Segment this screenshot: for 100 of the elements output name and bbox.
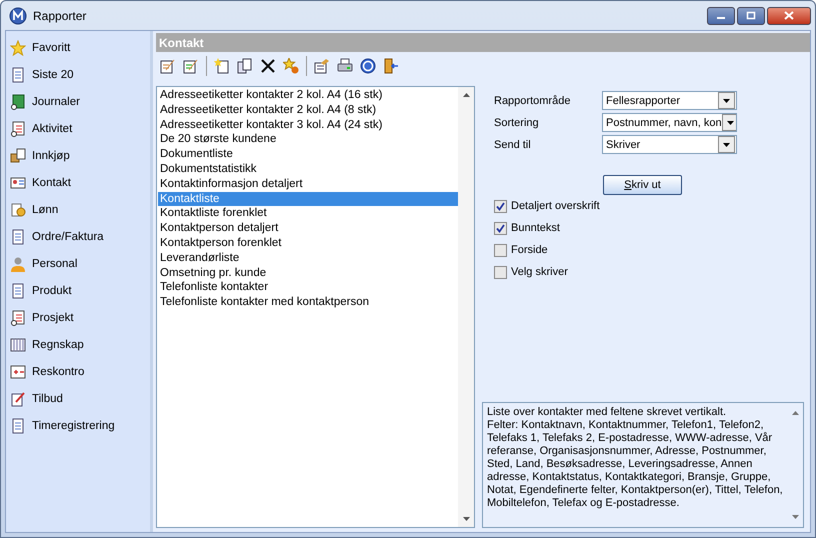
dropdown-arrow-icon — [723, 98, 730, 102]
field-label: Sortering — [494, 116, 540, 128]
sidebar-label: Innkjøp — [32, 150, 70, 162]
sidebar-item[interactable]: Siste 20 — [6, 61, 150, 88]
sidebar-label: Favoritt — [32, 42, 70, 54]
report-item[interactable]: De 20 største kundene — [158, 132, 458, 148]
sidebar-label: Regnskap — [32, 338, 84, 350]
new-document-icon[interactable] — [214, 58, 230, 74]
sidebar-item[interactable]: Journaler — [6, 88, 150, 115]
scroll-down-icon[interactable] — [792, 515, 798, 519]
edit-icon[interactable] — [160, 58, 176, 74]
calculator-icon — [10, 364, 26, 380]
sidebar-label: Journaler — [32, 96, 80, 108]
sidebar-label: Timeregistrering — [32, 420, 115, 432]
sidebar-item[interactable]: Regnskap — [6, 331, 150, 358]
checkbox[interactable] — [494, 200, 507, 212]
report-item[interactable]: Dokumentliste — [158, 147, 458, 162]
report-item[interactable]: Adresseetiketter kontakter 2 kol. A4 (8 stk) — [158, 102, 458, 118]
app-logo-icon — [9, 6, 27, 24]
maximize-button[interactable] — [737, 6, 765, 24]
list-icon — [10, 310, 26, 326]
scroll-up-icon[interactable] — [792, 411, 798, 415]
copy-icon[interactable] — [237, 58, 253, 74]
sidebar-label: Personal — [32, 258, 78, 270]
card-icon — [10, 174, 26, 190]
pen-icon — [10, 390, 26, 406]
report-item[interactable]: Kontaktliste — [158, 192, 458, 206]
sidebar-item[interactable]: Prosjekt — [6, 304, 150, 331]
sidebar-item[interactable]: Favoritt — [6, 34, 150, 61]
report-item[interactable]: Telefonliste kontakter — [158, 280, 458, 296]
report-item[interactable]: Dokumentstatistikk — [158, 162, 458, 177]
description-text: Liste over kontakter med feltene skrevet vertikalt. Felter: Kontaktnavn, Kontaktnummer, Telefon1, Telefon2, Telefaks 1, Telefaks 2, E-postadresse, WWW-adresse, Vår referanse, Organisasjonsnummer, Adresse, Postnummer, Sted, Land, Besøksadresse, Leveringsadresse, Annen adresse, Kontaktstatus, Kontaktkategori, Bransje, Gruppe, Notat, Egendefinerte felter, Kontaktperson(er), Tittel, Telefon, Mobiltelefon, Telefax og E-postadresse. — [486, 405, 784, 511]
maximize-icon — [746, 11, 756, 20]
dropdown-field[interactable]: Skriver — [602, 135, 737, 154]
checkbox-label: Bunntekst — [511, 222, 560, 234]
dropdown-field[interactable]: Postnummer, navn, kon — [602, 113, 737, 132]
checkbox[interactable] — [494, 244, 507, 256]
scrollbar[interactable] — [458, 87, 474, 527]
print-icon[interactable] — [337, 58, 353, 74]
scroll-down-icon[interactable] — [462, 517, 470, 521]
print-button[interactable]: Skriv ut — [603, 175, 682, 195]
sidebar-label: Produkt — [32, 284, 72, 296]
report-item[interactable]: Kontaktinformasjon detaljert — [158, 176, 458, 192]
book-icon — [10, 94, 26, 110]
checkbox-label: Detaljert overskrift — [511, 200, 600, 212]
sidebar-item[interactable]: Tilbud — [6, 385, 150, 412]
star-icon — [10, 40, 26, 56]
window-title: Rapporter — [33, 8, 86, 22]
sidebar-item[interactable]: Kontakt — [6, 169, 150, 196]
sidebar-item[interactable]: Aktivitet — [6, 115, 150, 142]
report-item[interactable]: Adresseetiketter kontakter 3 kol. A4 (24 stk) — [158, 118, 458, 132]
minimize-button[interactable] — [707, 6, 735, 24]
delete-icon[interactable] — [260, 58, 276, 74]
list-icon — [10, 120, 26, 136]
document-icon — [10, 66, 26, 82]
dropdown-arrow-icon — [723, 142, 730, 146]
checkbox-label: Velg skriver — [511, 266, 568, 278]
field-label: Rapportområde — [494, 94, 572, 106]
edit-icon[interactable] — [183, 58, 199, 74]
sidebar-label: Ordre/Faktura — [32, 230, 104, 242]
sidebar-item[interactable]: Innkjøp — [6, 142, 150, 169]
checkbox-label: Forside — [511, 244, 548, 256]
checkbox[interactable] — [494, 222, 507, 234]
person-icon — [10, 256, 26, 272]
sidebar-label: Reskontro — [32, 366, 84, 378]
close-button[interactable] — [767, 6, 811, 24]
exit-icon[interactable] — [383, 58, 399, 74]
sidebar-label: Prosjekt — [32, 312, 74, 324]
document-icon — [10, 228, 26, 244]
report-item[interactable]: Telefonliste kontakter med kontaktperson — [158, 295, 458, 310]
sidebar-item[interactable]: Produkt — [6, 277, 150, 304]
sidebar-label: Kontakt — [32, 176, 71, 188]
checkbox[interactable] — [494, 266, 507, 278]
panel-title: Kontakt — [159, 36, 204, 50]
close-icon — [784, 11, 794, 20]
sidebar-item[interactable]: Timeregistrering — [6, 412, 150, 439]
sidebar-label: Aktivitet — [32, 122, 72, 134]
dropdown-field[interactable]: Fellesrapporter — [602, 91, 737, 110]
sidebar-label: Lønn — [32, 204, 58, 216]
report-item[interactable]: Kontaktliste forenklet — [158, 206, 458, 222]
report-item[interactable]: Omsetning pr. kunde — [158, 266, 458, 280]
sidebar-item[interactable]: Personal — [6, 250, 150, 277]
star-icon[interactable] — [283, 58, 299, 74]
document-icon — [10, 282, 26, 298]
report-item[interactable]: Kontaktperson forenklet — [158, 236, 458, 251]
box-icon — [10, 148, 26, 164]
report-item[interactable]: Adresseetiketter kontakter 2 kol. A4 (16 stk) — [158, 88, 458, 103]
report-item[interactable]: Kontaktperson detaljert — [158, 221, 458, 236]
report-item[interactable]: Leverandørliste — [158, 250, 458, 266]
sidebar-label: Tilbud — [32, 392, 63, 404]
document-icon — [10, 418, 26, 434]
coins-icon — [10, 202, 26, 218]
field-label: Send til — [494, 138, 532, 150]
scroll-up-icon[interactable] — [462, 93, 470, 97]
dropdown-arrow-icon — [726, 120, 734, 124]
sidebar-label: Siste 20 — [32, 68, 74, 80]
sidebar-item[interactable]: Reskontro — [6, 358, 150, 385]
sidebar-item[interactable]: Lønn — [6, 196, 150, 223]
sidebar-item[interactable]: Ordre/Faktura — [6, 223, 150, 250]
ledger-icon — [10, 336, 26, 352]
